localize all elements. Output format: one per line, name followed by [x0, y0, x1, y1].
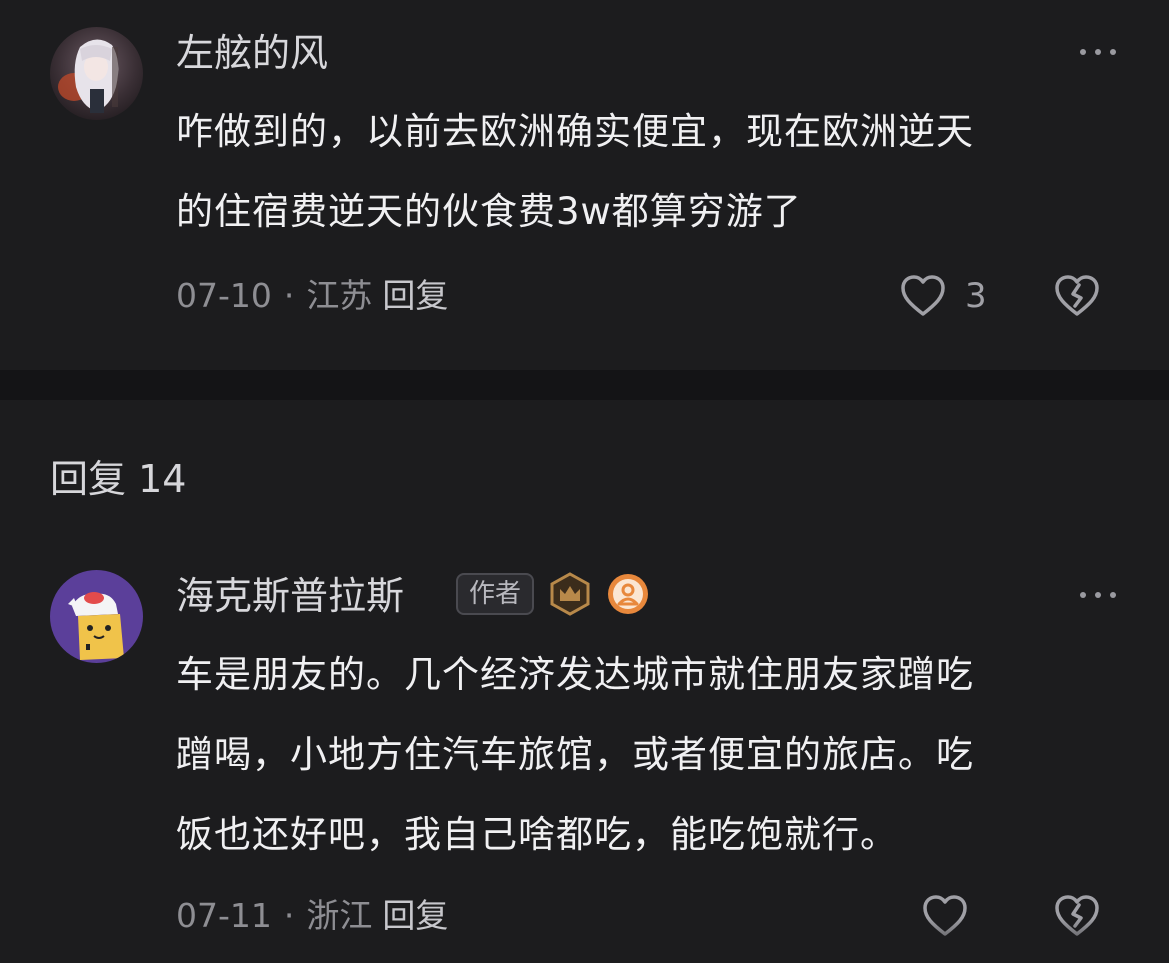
replies-count-header: 回复 14 [50, 457, 187, 501]
heart-icon[interactable] [898, 271, 948, 321]
section-divider [0, 370, 1169, 400]
comment-date: 07-11 [176, 896, 272, 935]
meta-separator: · [283, 276, 295, 315]
reply-button[interactable]: 回复 [382, 896, 448, 935]
bottom-fade-overlay [860, 918, 1169, 963]
avatar-image [50, 570, 143, 663]
comment-location: 江苏 [306, 276, 373, 315]
crown-badge-icon[interactable] [548, 572, 592, 616]
person-badge-icon[interactable] [606, 572, 650, 616]
comment-text-line: 蹭喝，小地方住汽车旅馆，或者便宜的旅店。吃 [176, 733, 974, 776]
comment-location: 浙江 [306, 896, 373, 935]
comment-meta: 07-10 · 江苏 回复 [176, 276, 448, 316]
username[interactable]: 左舷的风 [176, 29, 328, 77]
comment-text: 咋做到的，以前去欧洲确实便宜，现在欧洲逆天 的住宿费逆天的伙食费3w都算穷游了 [176, 92, 1126, 252]
author-badge: 作者 [456, 573, 534, 615]
avatar[interactable] [50, 27, 143, 120]
more-options-icon[interactable] [1080, 46, 1116, 58]
reply-button[interactable]: 回复 [382, 276, 448, 315]
comment-date: 07-10 [176, 276, 272, 315]
broken-heart-icon[interactable] [1052, 271, 1102, 321]
avatar[interactable] [50, 570, 143, 663]
username[interactable]: 海克斯普拉斯 [176, 572, 404, 620]
comment-text-line: 车是朋友的。几个经济发达城市就住朋友家蹭吃 [176, 653, 974, 696]
comment-meta: 07-11 · 浙江 回复 [176, 896, 448, 936]
more-options-icon[interactable] [1080, 589, 1116, 601]
meta-separator: · [283, 896, 295, 935]
comment-thread-screen: 左舷的风 咋做到的，以前去欧洲确实便宜，现在欧洲逆天 的住宿费逆天的伙食费3w都… [0, 0, 1169, 963]
like-count: 3 [965, 276, 987, 316]
comment-text-line: 饭也还好吧，我自己啥都吃，能吃饱就行。 [176, 813, 898, 856]
avatar-image [50, 27, 143, 120]
comment-text: 车是朋友的。几个经济发达城市就住朋友家蹭吃 蹭喝，小地方住汽车旅馆，或者便宜的旅… [176, 635, 1126, 875]
comment-text-line: 咋做到的，以前去欧洲确实便宜，现在欧洲逆天 [176, 110, 974, 153]
comment-text-line: 的住宿费逆天的伙食费3w都算穷游了 [176, 190, 802, 233]
